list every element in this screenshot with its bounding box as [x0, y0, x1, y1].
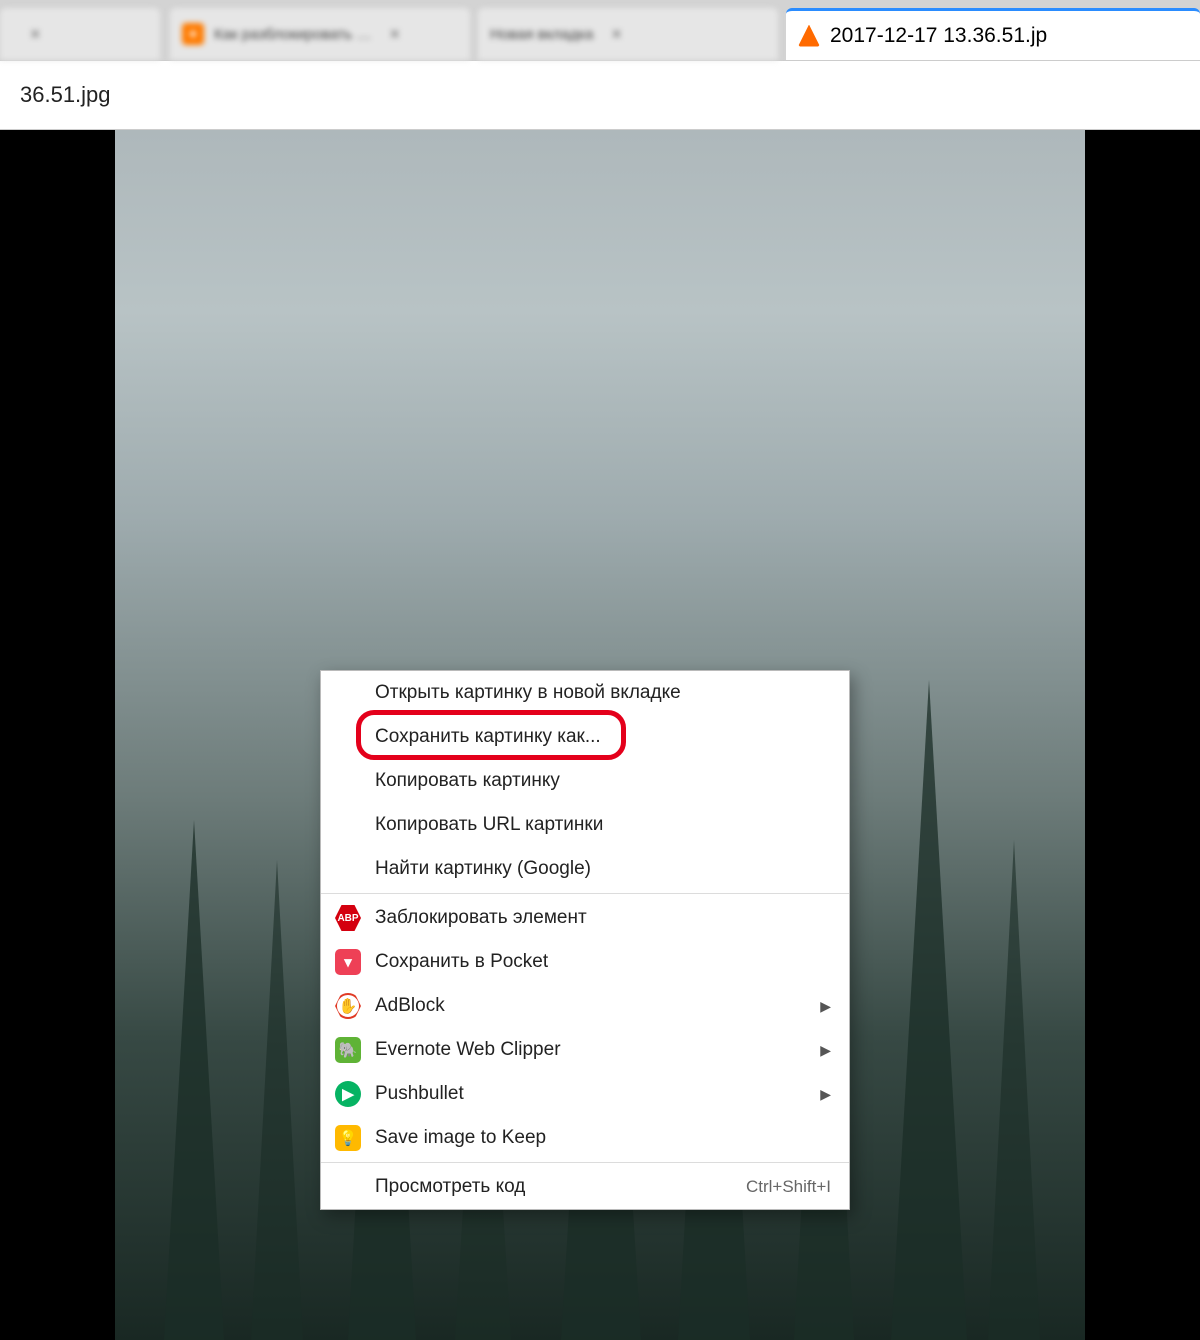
menu-copy-image[interactable]: Копировать картинку	[321, 759, 849, 803]
menu-label: Открыть картинку в новой вкладке	[375, 682, 681, 704]
chevron-right-icon: ▶	[820, 1086, 831, 1103]
chevron-right-icon: ▶	[820, 1042, 831, 1059]
menu-label: Evernote Web Clipper	[375, 1039, 561, 1061]
menu-open-image-new-tab[interactable]: Открыть картинку в новой вкладке	[321, 671, 849, 715]
menu-save-image-to-keep[interactable]: 💡 Save image to Keep	[321, 1116, 849, 1160]
pushbullet-icon: ▶	[335, 1081, 361, 1107]
tab-label: 2017-12-17 13.36.51.jp	[830, 24, 1047, 48]
tab-label: Новая вкладка	[490, 26, 593, 43]
context-menu: Открыть картинку в новой вкладке Сохрани…	[320, 670, 850, 1210]
menu-label: Копировать URL картинки	[375, 814, 603, 836]
close-icon[interactable]: ×	[611, 24, 622, 45]
menu-label: Pushbullet	[375, 1083, 464, 1105]
tab-label: Как разблокировать …	[214, 26, 372, 43]
adblock-icon: ✋	[335, 993, 361, 1019]
tab-2[interactable]: ✦ Как разблокировать … ×	[170, 8, 470, 60]
menu-search-image-google[interactable]: Найти картинку (Google)	[321, 847, 849, 891]
menu-evernote-web-clipper[interactable]: 🐘 Evernote Web Clipper ▶	[321, 1028, 849, 1072]
pocket-icon: ▾	[335, 949, 361, 975]
menu-separator	[321, 1162, 849, 1163]
menu-inspect[interactable]: Просмотреть код Ctrl+Shift+I	[321, 1165, 849, 1209]
tab-4-active[interactable]: 2017-12-17 13.36.51.jp	[786, 8, 1200, 60]
menu-pushbullet[interactable]: ▶ Pushbullet ▶	[321, 1072, 849, 1116]
menu-save-image-as[interactable]: Сохранить картинку как...	[321, 715, 849, 759]
image-viewport: Открыть картинку в новой вкладке Сохрани…	[0, 130, 1200, 1340]
chevron-right-icon: ▶	[820, 998, 831, 1015]
address-bar[interactable]: 36.51.jpg	[0, 60, 1200, 130]
menu-label: Save image to Keep	[375, 1127, 546, 1149]
menu-label: Заблокировать элемент	[375, 907, 587, 929]
menu-save-to-pocket[interactable]: ▾ Сохранить в Pocket	[321, 940, 849, 984]
menu-shortcut: Ctrl+Shift+I	[746, 1177, 831, 1197]
vlc-cone-icon	[798, 25, 820, 47]
menu-abp-block-element[interactable]: ABP Заблокировать элемент	[321, 896, 849, 940]
menu-adblock[interactable]: ✋ AdBlock ▶	[321, 984, 849, 1028]
address-text: 36.51.jpg	[20, 82, 111, 108]
favicon-icon: ✦	[182, 23, 204, 45]
menu-label: AdBlock	[375, 995, 445, 1017]
close-icon[interactable]: ×	[30, 24, 41, 45]
tab-1[interactable]: ×	[0, 8, 160, 60]
tab-3[interactable]: Новая вкладка ×	[478, 8, 778, 60]
menu-label: Просмотреть код	[375, 1176, 525, 1198]
menu-label: Сохранить картинку как...	[375, 726, 601, 748]
menu-label: Копировать картинку	[375, 770, 560, 792]
close-icon[interactable]: ×	[390, 24, 401, 45]
tabstrip: × ✦ Как разблокировать … × Новая вкладка…	[0, 0, 1200, 60]
evernote-icon: 🐘	[335, 1037, 361, 1063]
abp-icon: ABP	[335, 905, 361, 931]
menu-separator	[321, 893, 849, 894]
menu-label: Найти картинку (Google)	[375, 858, 591, 880]
keep-icon: 💡	[335, 1125, 361, 1151]
menu-label: Сохранить в Pocket	[375, 951, 548, 973]
menu-copy-image-url[interactable]: Копировать URL картинки	[321, 803, 849, 847]
